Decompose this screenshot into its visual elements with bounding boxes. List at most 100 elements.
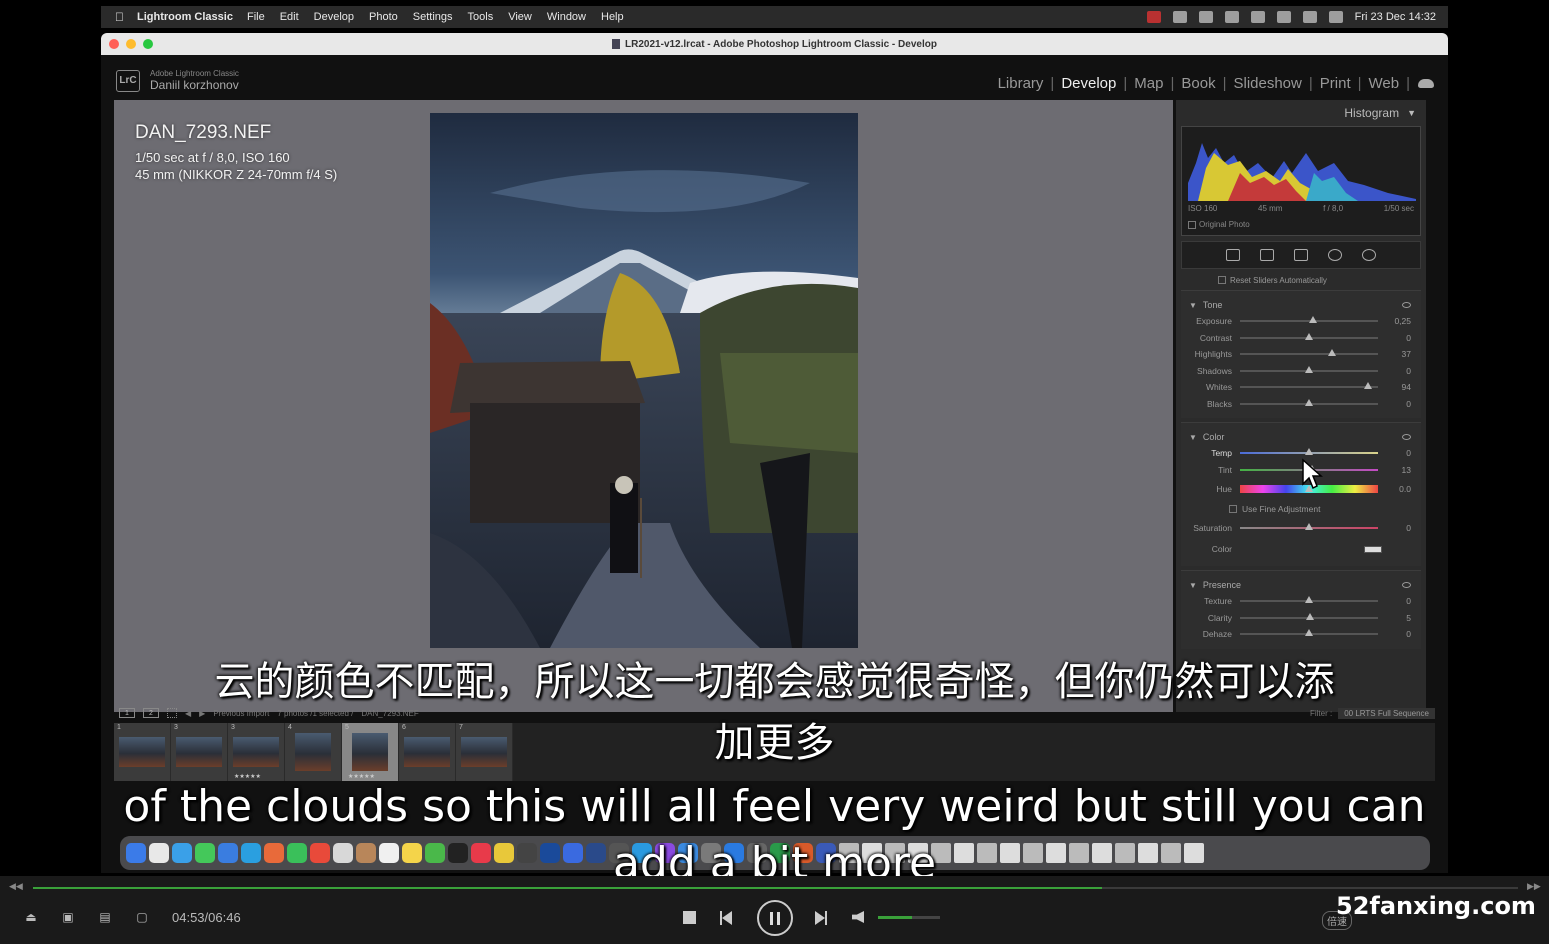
slider-value[interactable]: 5 (1381, 613, 1411, 623)
slider-row-contrast[interactable]: Contrast 0 (1189, 330, 1411, 347)
slider-value[interactable]: 94 (1381, 382, 1411, 392)
slider-thumb[interactable] (1306, 612, 1315, 620)
tone-header[interactable]: ▼ Tone (1189, 297, 1411, 313)
slider-value[interactable]: 0 (1381, 333, 1411, 343)
fast-forward-icon[interactable]: ▶▶ (1527, 881, 1541, 892)
slider-track[interactable] (1240, 332, 1378, 340)
slider-row-hue[interactable]: Hue 0.0 (1189, 478, 1411, 500)
original-photo-toggle[interactable]: Original Photo (1188, 220, 1250, 229)
record-icon[interactable] (1146, 11, 1161, 23)
display-icon[interactable] (1224, 11, 1239, 23)
pause-button[interactable] (757, 900, 793, 936)
main-photo[interactable] (430, 113, 858, 648)
app-menu[interactable]: Lightroom Classic (137, 11, 233, 23)
wifi-icon[interactable] (1276, 11, 1291, 23)
color-swatch[interactable] (1364, 545, 1382, 553)
checkbox-icon[interactable] (1218, 276, 1226, 284)
rewind-icon[interactable]: ◀◀ (9, 881, 23, 892)
crop-icon[interactable] (1260, 249, 1274, 261)
eye-icon[interactable] (1402, 582, 1411, 588)
slider-value[interactable]: 0 (1381, 399, 1411, 409)
module-print[interactable]: Print (1313, 75, 1358, 92)
slider-value[interactable]: 13 (1381, 465, 1411, 475)
slider-value[interactable]: 0 (1381, 629, 1411, 639)
menu-tools[interactable]: Tools (468, 11, 494, 23)
collapse-triangle-icon[interactable]: ▼ (1189, 433, 1197, 442)
slider-thumb[interactable] (1305, 398, 1313, 406)
histogram-header[interactable]: Histogram ▼ (1176, 100, 1426, 126)
checkbox-icon[interactable] (1188, 220, 1196, 229)
healing-icon[interactable] (1294, 249, 1308, 261)
slider-row-texture[interactable]: Texture 0 (1189, 593, 1411, 610)
saturation-slider-track[interactable] (1240, 523, 1378, 530)
control-center-icon[interactable] (1328, 11, 1343, 23)
slider-value[interactable]: 0 (1381, 448, 1411, 458)
apple-icon[interactable]:  (115, 11, 127, 23)
search-icon[interactable] (1302, 11, 1317, 23)
menu-help[interactable]: Help (601, 11, 624, 23)
presence-header[interactable]: ▼ Presence (1189, 577, 1411, 593)
screenshot-icon[interactable]: ▤ (97, 910, 113, 924)
histogram[interactable]: ISO 160 45 mm f / 8,0 1/50 sec Original … (1181, 126, 1421, 236)
module-slideshow[interactable]: Slideshow (1226, 75, 1308, 92)
seek-bar[interactable] (33, 887, 1518, 889)
slider-value[interactable]: 0 (1381, 523, 1411, 533)
module-develop[interactable]: Develop (1054, 75, 1123, 92)
slider-thumb[interactable] (1305, 629, 1313, 637)
menu-file[interactable]: File (247, 11, 265, 23)
module-web[interactable]: Web (1362, 75, 1407, 92)
slider-track[interactable] (1240, 382, 1378, 390)
slider-thumb[interactable] (1364, 382, 1373, 390)
slider-row-exposure[interactable]: Exposure 0,25 (1189, 313, 1411, 330)
slider-row-clarity[interactable]: Clarity 5 (1189, 610, 1411, 627)
photo-preview-area[interactable]: DAN_7293.NEF 1/50 sec at f / 8,0, ISO 16… (114, 100, 1173, 712)
checkbox-icon[interactable] (1229, 505, 1237, 513)
color-header[interactable]: ▼ Color (1189, 429, 1411, 445)
extension-icon[interactable] (1198, 11, 1213, 23)
previous-button[interactable] (720, 911, 732, 930)
slider-track[interactable] (1240, 365, 1378, 373)
slider-row-shadows[interactable]: Shadows 0 (1189, 363, 1411, 380)
slider-row-dehaze[interactable]: Dehaze 0 (1189, 626, 1411, 643)
volume-slider[interactable] (878, 916, 940, 919)
menu-develop[interactable]: Develop (314, 11, 354, 23)
menu-photo[interactable]: Photo (369, 11, 398, 23)
slider-thumb[interactable] (1305, 448, 1313, 456)
minimize-window-button[interactable] (126, 39, 136, 49)
slider-thumb[interactable] (1305, 365, 1313, 373)
edit-sliders-icon[interactable] (1226, 249, 1240, 261)
cast-icon[interactable]: ▢ (134, 910, 150, 924)
fine-adjustment-row[interactable]: Use Fine Adjustment (1189, 500, 1411, 518)
menu-settings[interactable]: Settings (413, 11, 453, 23)
slider-thumb[interactable] (1305, 596, 1313, 604)
module-library[interactable]: Library (991, 75, 1051, 92)
slider-thumb[interactable] (1328, 349, 1337, 357)
slider-row-temp[interactable]: Temp 0 (1189, 445, 1411, 462)
collapse-triangle-icon[interactable]: ▼ (1189, 301, 1197, 310)
reset-sliders-row[interactable]: Reset Sliders Automatically (1176, 274, 1426, 286)
slider-row-tint[interactable]: Tint 13 (1189, 462, 1411, 479)
volume-icon[interactable] (852, 911, 864, 923)
eye-icon[interactable] (1402, 302, 1411, 308)
slider-row-whites[interactable]: Whites 94 (1189, 379, 1411, 396)
cloud-sync-icon[interactable] (1418, 79, 1434, 88)
input-icon[interactable] (1250, 11, 1265, 23)
slider-value[interactable]: 37 (1381, 349, 1411, 359)
menu-window[interactable]: Window (547, 11, 586, 23)
stop-button[interactable] (683, 911, 696, 924)
slider-row-blacks[interactable]: Blacks 0 (1189, 396, 1411, 413)
zoom-window-button[interactable] (143, 39, 153, 49)
module-book[interactable]: Book (1174, 75, 1222, 92)
menu-view[interactable]: View (508, 11, 532, 23)
close-window-button[interactable] (109, 39, 119, 49)
playlist-icon[interactable]: ▣ (60, 910, 76, 924)
slider-value[interactable]: 0 (1381, 366, 1411, 376)
collapse-triangle-icon[interactable]: ▼ (1189, 581, 1197, 590)
eye-icon[interactable] (1402, 434, 1411, 440)
slider-value[interactable]: 0.0 (1381, 484, 1411, 494)
slider-row-highlights[interactable]: Highlights 37 (1189, 346, 1411, 363)
slider-track[interactable] (1240, 398, 1378, 406)
slider-track[interactable] (1240, 629, 1378, 637)
slider-thumb[interactable] (1305, 332, 1313, 340)
collapse-triangle-icon[interactable]: ▼ (1407, 108, 1416, 118)
